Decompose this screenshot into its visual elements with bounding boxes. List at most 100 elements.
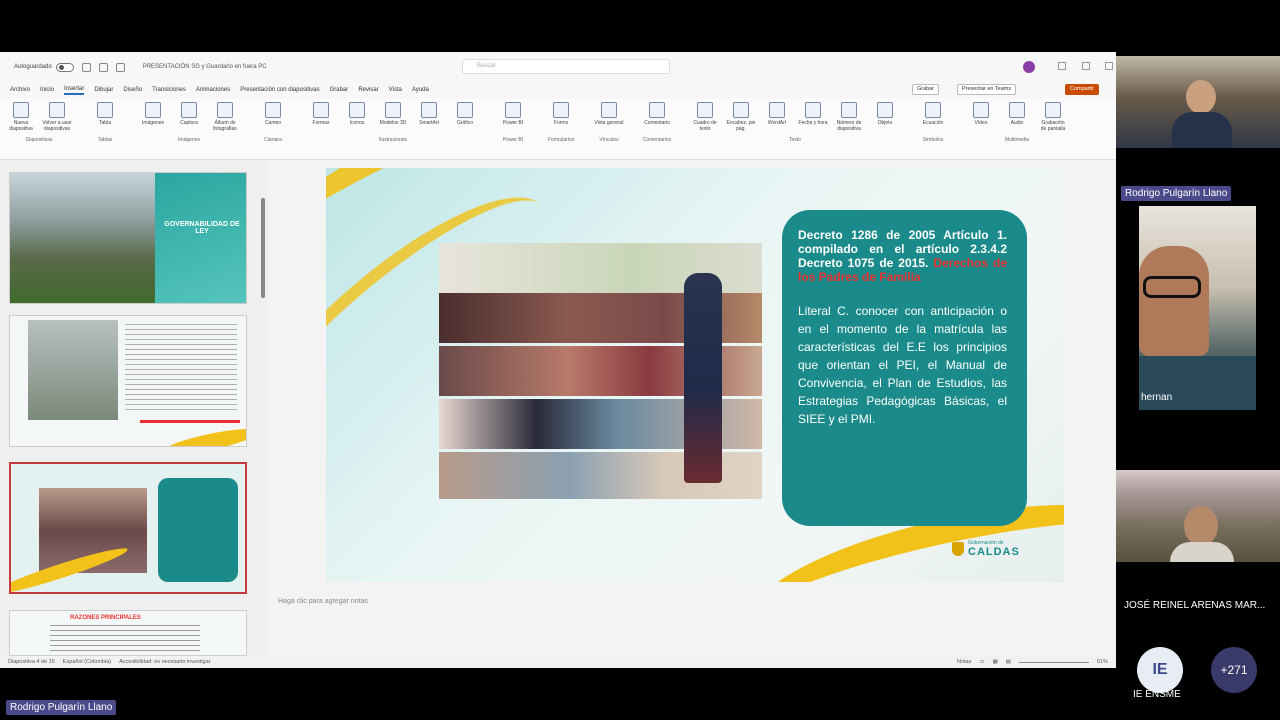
tab-transiciones[interactable]: Transiciones <box>152 87 186 93</box>
decree-textbox[interactable]: Decreto 1286 de 2005 Artículo 1. compila… <box>782 210 1027 526</box>
ribbon-button-objeto[interactable]: Objeto <box>870 102 900 132</box>
ribbon-item-label: SmartArt <box>419 120 439 126</box>
tab-grabar[interactable]: Grabar <box>330 87 349 93</box>
notes-placeholder[interactable]: Haga clic para agregar notas <box>278 598 368 605</box>
slide-thumbnail-4[interactable]: RAZONES PRINCIPALES <box>9 610 247 656</box>
ribbon-button-formas[interactable]: Formas <box>306 102 336 132</box>
ribbon-group-5: Power BI Power BI <box>498 102 528 156</box>
video-tile-rodrigo[interactable] <box>1116 56 1280 148</box>
slide-thumbnail-3-selected[interactable] <box>9 462 247 594</box>
ribbon-button-v-deo[interactable]: Vídeo <box>966 102 996 132</box>
ribbon-item-icon <box>553 102 569 118</box>
ribbon-button-im-genes[interactable]: Imágenes <box>138 102 168 132</box>
user-avatar[interactable] <box>1023 61 1035 73</box>
more-participants-button[interactable]: +271 <box>1211 647 1257 693</box>
tab-insertar[interactable]: Insertar <box>64 86 85 95</box>
tab-animaciones[interactable]: Animaciones <box>196 87 230 93</box>
close-icon[interactable] <box>1105 62 1113 70</box>
caldas-shield-icon <box>952 542 964 556</box>
tab-vista[interactable]: Vista <box>389 87 402 93</box>
redo-icon[interactable] <box>115 62 125 72</box>
ribbon-button--lbum-de-fotograf-as[interactable]: Álbum de fotografías <box>210 102 240 132</box>
caldas-logo: Gobernación de CALDAS <box>952 540 1020 558</box>
ribbon-button-iconos[interactable]: Iconos <box>342 102 372 132</box>
ribbon-button-audio[interactable]: Audio <box>1002 102 1032 132</box>
ribbon-button-n-mero-de-diapositiva[interactable]: Número de diapositiva <box>834 102 864 132</box>
ribbon-group-11: Vídeo Audio Grabación de pantalla Multimedi… <box>966 102 1068 156</box>
ribbon-item-label: Formas <box>312 120 330 126</box>
ribbon-item-label: Ecuación <box>922 120 944 126</box>
tab-ayuda[interactable]: Ayuda <box>412 87 429 93</box>
share-button[interactable]: Compartir <box>1065 84 1100 95</box>
video-tile-hernan[interactable]: hernan <box>1139 206 1256 410</box>
ribbon-button-comentario[interactable]: Comentario <box>642 102 672 132</box>
accessibility-indicator[interactable]: Accesibilidad: es necesario investigar <box>119 659 210 665</box>
ribbon-button-nueva-diapositiva[interactable]: Nueva diapositiva <box>6 102 36 132</box>
ribbon-button-smartart[interactable]: SmartArt <box>414 102 444 132</box>
save-icon[interactable] <box>81 62 91 72</box>
autosave[interactable]: Autoguardado <box>14 62 74 72</box>
maximize-icon[interactable] <box>1082 62 1090 70</box>
ribbon-button-ecuaci-n[interactable]: Ecuación <box>918 102 948 132</box>
zoom-level[interactable]: 61% <box>1097 659 1108 665</box>
slide-thumbnail-2[interactable] <box>9 315 247 447</box>
ribbon-group-1: Tabla Tablas <box>90 102 120 156</box>
ribbon-button-volver-a-usar-diapositivas[interactable]: Volver a usar diapositivas <box>42 102 72 132</box>
ribbon-item-label: Vídeo <box>974 120 988 126</box>
ribbon-button-captura[interactable]: Captura <box>174 102 204 132</box>
decree-body: Literal C. conocer con anticipación o en… <box>798 304 1007 426</box>
ribbon-item-label: Iconos <box>349 120 365 126</box>
ribbon-tabs: Archivo Inicio Insertar Dibujar Diseño Transi… <box>0 82 1116 98</box>
record-button[interactable]: Grabar <box>912 84 940 95</box>
tab-dise-o[interactable]: Diseño <box>123 87 142 93</box>
ribbon-button-fecha-y-hora[interactable]: Fecha y hora <box>798 102 828 132</box>
minimize-icon[interactable] <box>1058 62 1066 70</box>
tab-archivo[interactable]: Archivo <box>10 87 30 93</box>
present-teams-button[interactable]: Presentar en Teams <box>957 84 1017 95</box>
ribbon-item-icon <box>145 102 161 118</box>
ie-ensme-avatar[interactable]: IE <box>1137 647 1183 693</box>
ribbon-button-wordart[interactable]: WordArt <box>762 102 792 132</box>
ribbon-item-icon <box>181 102 197 118</box>
zoom-slider[interactable] <box>1018 661 1089 663</box>
ribbon-item-icon <box>697 102 713 118</box>
thumb-yellow-stripe <box>159 423 246 446</box>
ribbon-item-icon <box>313 102 329 118</box>
reading-view-icon[interactable]: ▤ <box>1006 659 1011 665</box>
ribbon-item-label: Grabación de pantalla <box>1040 120 1066 132</box>
ribbon-button-forms[interactable]: Forms <box>546 102 576 132</box>
video-tile-jose[interactable] <box>1116 470 1280 562</box>
participant-face <box>1139 246 1209 356</box>
tab-dibujar[interactable]: Dibujar <box>94 87 113 93</box>
participant-name-jose: JOSÉ REINEL ARENAS MAR... <box>1124 600 1266 611</box>
thumbnails-scrollbar[interactable] <box>261 198 265 298</box>
ribbon-button-gr-fico[interactable]: Gráfico <box>450 102 480 132</box>
ribbon-button-grabaci-n-de-pantalla[interactable]: Grabación de pantalla <box>1038 102 1068 132</box>
ribbon-item-icon <box>49 102 65 118</box>
ribbon-button-vista-general[interactable]: Vista general <box>594 102 624 132</box>
ribbon-button-cameo[interactable]: Cameo <box>258 102 288 132</box>
ribbon-button-power-bi[interactable]: Power BI <box>498 102 528 132</box>
notes-toggle[interactable]: Notas <box>957 659 971 665</box>
thumb-text-lines <box>125 324 237 414</box>
ribbon-button-cuadro-de-texto[interactable]: Cuadro de texto <box>690 102 720 132</box>
tab-presentaci-n-con-diapositivas[interactable]: Presentación con diapositivas <box>240 87 319 93</box>
current-slide[interactable]: Decreto 1286 de 2005 Artículo 1. compila… <box>326 168 1064 582</box>
slide-thumbnail-1[interactable]: GOVERNABILIDAD DE LEY <box>9 172 247 304</box>
ribbon-button-modelos-3d[interactable]: Modelos 3D <box>378 102 408 132</box>
sorter-view-icon[interactable]: ▦ <box>993 659 998 665</box>
ribbon-item-label: Comentario <box>644 120 670 126</box>
undo-icon[interactable] <box>98 62 108 72</box>
ribbon-item-icon <box>1009 102 1025 118</box>
ribbon-group-10: Ecuación Símbolos <box>918 102 948 156</box>
ribbon-button-encabez-pie-p-g-[interactable]: Encabez. pie pág. <box>726 102 756 132</box>
ribbon-button-tabla[interactable]: Tabla <box>90 102 120 132</box>
autosave-toggle[interactable] <box>55 62 74 72</box>
search-input[interactable]: Buscar <box>462 59 670 74</box>
tab-inicio[interactable]: Inicio <box>40 87 54 93</box>
language-indicator[interactable]: Español (Colombia) <box>63 659 111 665</box>
normal-view-icon[interactable]: ▭ <box>979 659 984 665</box>
ribbon-item-icon <box>877 102 893 118</box>
tab-revisar[interactable]: Revisar <box>358 87 378 93</box>
ribbon-item-icon <box>385 102 401 118</box>
